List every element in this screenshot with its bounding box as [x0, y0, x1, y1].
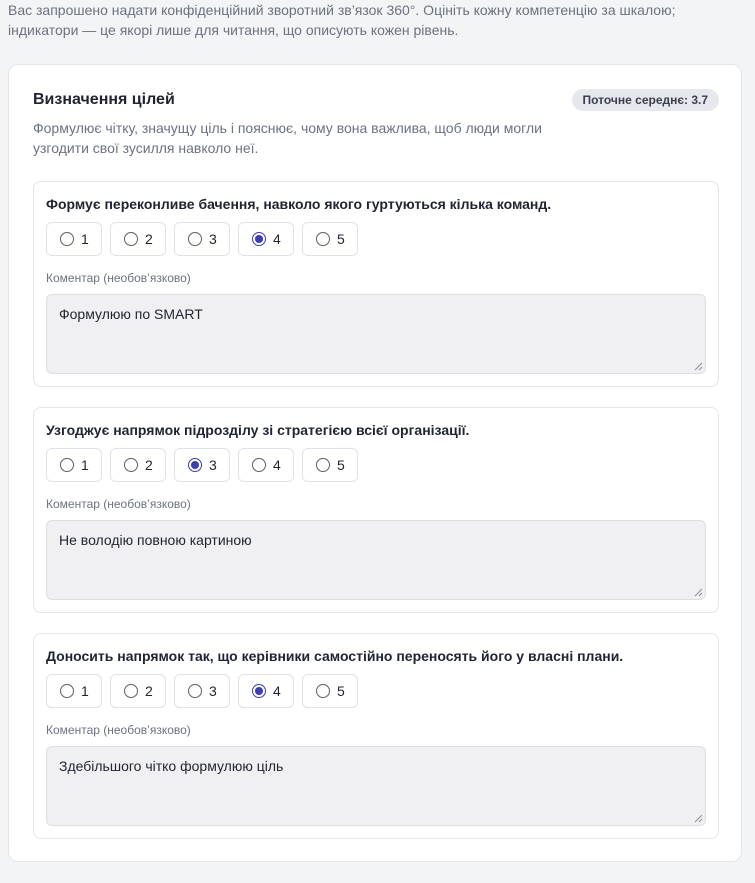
- intro-line-1: Вас запрошено надати конфіденційний звор…: [8, 2, 676, 18]
- comment-label: Коментар (необов’язково): [46, 271, 191, 285]
- competency-card: Визначення цілей Поточне середнє: 3.7 Фо…: [8, 64, 742, 862]
- competency-description: Формулює чітку, значущу ціль і пояснює, …: [33, 120, 542, 156]
- rating-option-1[interactable]: 1: [46, 448, 102, 482]
- rating-option-label: 2: [145, 457, 153, 473]
- rating-option-label: 4: [273, 683, 281, 699]
- radio-icon: [60, 232, 74, 246]
- radio-icon: [252, 684, 266, 698]
- rating-option-4[interactable]: 4: [238, 448, 294, 482]
- resize-handle-icon[interactable]: [693, 361, 703, 371]
- rating-option-3[interactable]: 3: [174, 222, 230, 256]
- rating-option-label: 1: [81, 231, 89, 247]
- radio-icon: [188, 458, 202, 472]
- rating-option-2[interactable]: 2: [110, 448, 166, 482]
- rating-option-3[interactable]: 3: [174, 448, 230, 482]
- rating-option-5[interactable]: 5: [302, 448, 358, 482]
- rating-option-2[interactable]: 2: [110, 222, 166, 256]
- competency-title: Визначення цілей: [33, 91, 175, 108]
- rating-option-label: 2: [145, 231, 153, 247]
- rating-option-label: 3: [209, 231, 217, 247]
- comment-text: Формулюю по SMART: [59, 306, 203, 322]
- rating-option-label: 3: [209, 457, 217, 473]
- rating-option-label: 3: [209, 683, 217, 699]
- rating-option-4[interactable]: 4: [238, 222, 294, 256]
- indicator-card: Доносить напрямок так, що керівники само…: [33, 633, 719, 839]
- indicator-text: Узгоджує напрямок підрозділу зі стратегі…: [46, 422, 470, 438]
- rating-option-label: 5: [337, 231, 345, 247]
- rating-option-label: 1: [81, 457, 89, 473]
- radio-icon: [124, 458, 138, 472]
- rating-option-4[interactable]: 4: [238, 674, 294, 708]
- comment-label: Коментар (необов’язково): [46, 723, 191, 737]
- radio-icon: [252, 232, 266, 246]
- rating-option-label: 5: [337, 683, 345, 699]
- comment-textarea[interactable]: Не володію повною картиною: [46, 520, 706, 600]
- comment-textarea[interactable]: Формулюю по SMART: [46, 294, 706, 374]
- radio-icon: [188, 684, 202, 698]
- radio-icon: [316, 458, 330, 472]
- indicator-card: Формує переконливе бачення, навколо яког…: [33, 181, 719, 387]
- radio-icon: [124, 684, 138, 698]
- rating-option-1[interactable]: 1: [46, 222, 102, 256]
- radio-icon: [316, 684, 330, 698]
- indicator-text: Доносить напрямок так, що керівники само…: [46, 648, 624, 664]
- rating-option-label: 1: [81, 683, 89, 699]
- radio-icon: [252, 458, 266, 472]
- indicator-text: Формує переконливе бачення, навколо яког…: [46, 196, 552, 212]
- rating-option-5[interactable]: 5: [302, 674, 358, 708]
- resize-handle-icon[interactable]: [693, 813, 703, 823]
- rating-option-label: 2: [145, 683, 153, 699]
- rating-option-label: 5: [337, 457, 345, 473]
- comment-text: Не володію повною картиною: [59, 532, 252, 548]
- intro-text: Вас запрошено надати конфіденційний звор…: [8, 0, 748, 40]
- intro-line-2: індикатори — це якорі лише для читання, …: [8, 22, 459, 38]
- radio-icon: [188, 232, 202, 246]
- rating-option-label: 4: [273, 457, 281, 473]
- indicator-card: Узгоджує напрямок підрозділу зі стратегі…: [33, 407, 719, 613]
- rating-option-2[interactable]: 2: [110, 674, 166, 708]
- rating-option-5[interactable]: 5: [302, 222, 358, 256]
- radio-icon: [124, 232, 138, 246]
- radio-icon: [60, 684, 74, 698]
- comment-text: Здебільшого чітко формулюю ціль: [59, 758, 284, 774]
- rating-option-1[interactable]: 1: [46, 674, 102, 708]
- current-average-badge: Поточне середнє: 3.7: [571, 89, 719, 111]
- rating-option-3[interactable]: 3: [174, 674, 230, 708]
- comment-label: Коментар (необов’язково): [46, 497, 191, 511]
- comment-textarea[interactable]: Здебільшого чітко формулюю ціль: [46, 746, 706, 826]
- radio-icon: [316, 232, 330, 246]
- radio-icon: [60, 458, 74, 472]
- rating-option-label: 4: [273, 231, 281, 247]
- resize-handle-icon[interactable]: [693, 587, 703, 597]
